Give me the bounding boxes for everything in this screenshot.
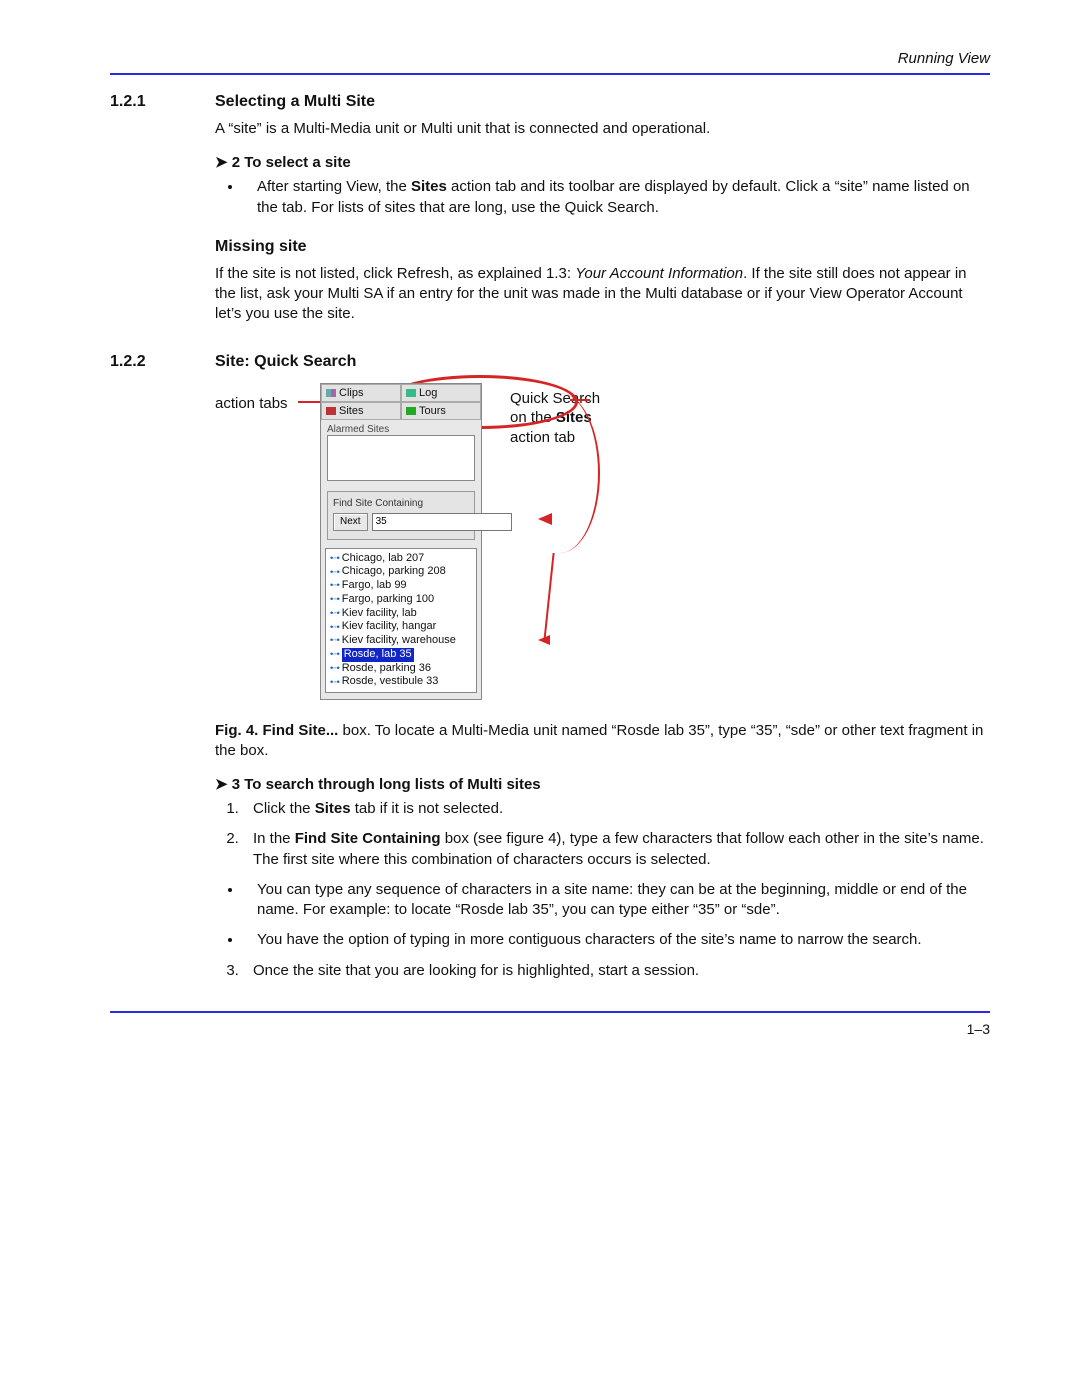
site-list-item-label: Kiev facility, hangar [342, 620, 437, 634]
site-node-icon: •┈• [330, 649, 339, 660]
intro-para: A “site” is a Multi-Media unit or Multi … [215, 119, 990, 139]
section-title: Selecting a Multi Site [215, 93, 375, 111]
proc3-step-2: In the Find Site Containing box (see fig… [243, 829, 990, 870]
missing-site-heading: Missing site [215, 238, 990, 256]
tab-tours[interactable]: Tours [401, 402, 481, 420]
figure-4: action tabs Clips Log Sites Tours [215, 383, 990, 713]
site-list-item-label: Chicago, lab 207 [342, 552, 425, 566]
site-list-item[interactable]: •┈•Rosde, vestibule 33 [328, 675, 474, 689]
page-number: 1–3 [110, 1021, 990, 1037]
alarmed-sites-label: Alarmed Sites [321, 420, 481, 435]
tab-log[interactable]: Log [401, 384, 481, 402]
site-list-item[interactable]: •┈•Fargo, parking 100 [328, 593, 474, 607]
site-list-item[interactable]: •┈•Chicago, lab 207 [328, 552, 474, 566]
alarmed-sites-list[interactable] [327, 435, 475, 481]
next-button[interactable]: Next [333, 513, 368, 531]
find-site-group: Find Site Containing Next [327, 491, 475, 540]
find-site-label: Find Site Containing [333, 498, 469, 509]
proc3-note-a: You can type any sequence of characters … [243, 880, 990, 921]
action-tabs-row: Clips Log Sites Tours [321, 384, 481, 420]
proc3-step-3: Once the site that you are looking for i… [243, 961, 990, 981]
site-list-item-label: Kiev facility, lab [342, 607, 417, 621]
missing-site-para: If the site is not listed, click Refresh… [215, 264, 990, 325]
site-node-icon: •┈• [330, 553, 339, 564]
site-list-item[interactable]: •┈•Kiev facility, warehouse [328, 634, 474, 648]
site-node-icon: •┈• [330, 635, 339, 646]
proc3-note-b: You have the option of typing in more co… [243, 930, 990, 950]
site-list[interactable]: •┈•Chicago, lab 207•┈•Chicago, parking 2… [325, 548, 477, 694]
site-list-item[interactable]: •┈•Rosde, lab 35 [328, 648, 474, 662]
site-list-item[interactable]: •┈•Chicago, parking 208 [328, 565, 474, 579]
tab-sites[interactable]: Sites [321, 402, 401, 420]
figure-4-caption: Fig. 4. Find Site... box. To locate a Mu… [215, 721, 990, 762]
site-node-icon: •┈• [330, 663, 339, 674]
site-list-item-label: Fargo, lab 99 [342, 579, 407, 593]
rule-top [110, 73, 990, 75]
site-list-item[interactable]: •┈•Kiev facility, hangar [328, 620, 474, 634]
site-node-icon: •┈• [330, 594, 339, 605]
proc3-step-1: Click the Sites tab if it is not selecte… [243, 799, 990, 819]
proc2-bullet: After starting View, the Sites action ta… [243, 177, 990, 218]
sites-panel: Clips Log Sites Tours Alarmed Sites Find… [320, 383, 482, 701]
annotation-arrow-icon [538, 513, 552, 525]
clips-icon [326, 389, 336, 397]
section-number: 1.2.2 [110, 353, 215, 371]
site-list-item-label: Rosde, parking 36 [342, 662, 431, 676]
site-list-item[interactable]: •┈•Rosde, parking 36 [328, 662, 474, 676]
site-node-icon: •┈• [330, 608, 339, 619]
site-node-icon: •┈• [330, 567, 339, 578]
tab-clips[interactable]: Clips [321, 384, 401, 402]
annotation-line-icon [543, 553, 554, 641]
tours-icon [406, 407, 416, 415]
site-node-icon: •┈• [330, 580, 339, 591]
site-list-item-label: Rosde, lab 35 [342, 648, 414, 662]
section-122-heading: 1.2.2 Site: Quick Search [110, 353, 990, 371]
site-list-item-label: Kiev facility, warehouse [342, 634, 456, 648]
section-121-heading: 1.2.1 Selecting a Multi Site [110, 93, 990, 111]
site-list-item-label: Rosde, vestibule 33 [342, 675, 439, 689]
annotation-arrow-icon [538, 635, 550, 645]
log-icon [406, 389, 416, 397]
site-list-item[interactable]: •┈•Fargo, lab 99 [328, 579, 474, 593]
find-site-input[interactable] [372, 513, 512, 531]
section-number: 1.2.1 [110, 93, 215, 111]
sites-icon [326, 407, 336, 415]
procedure-3-heading: ➤ 3 To search through long lists of Mult… [215, 775, 990, 793]
site-list-item-label: Fargo, parking 100 [342, 593, 434, 607]
running-header: Running View [110, 50, 990, 67]
procedure-2-heading: ➤ 2 To select a site [215, 153, 990, 171]
site-list-item[interactable]: •┈•Kiev facility, lab [328, 607, 474, 621]
section-title: Site: Quick Search [215, 353, 356, 371]
page: Running View 1.2.1 Selecting a Multi Sit… [0, 0, 1080, 1397]
site-node-icon: •┈• [330, 622, 339, 633]
figure-label-action-tabs: action tabs [215, 383, 300, 412]
site-list-item-label: Chicago, parking 208 [342, 565, 446, 579]
site-node-icon: •┈• [330, 677, 339, 688]
rule-bottom [110, 1011, 990, 1013]
